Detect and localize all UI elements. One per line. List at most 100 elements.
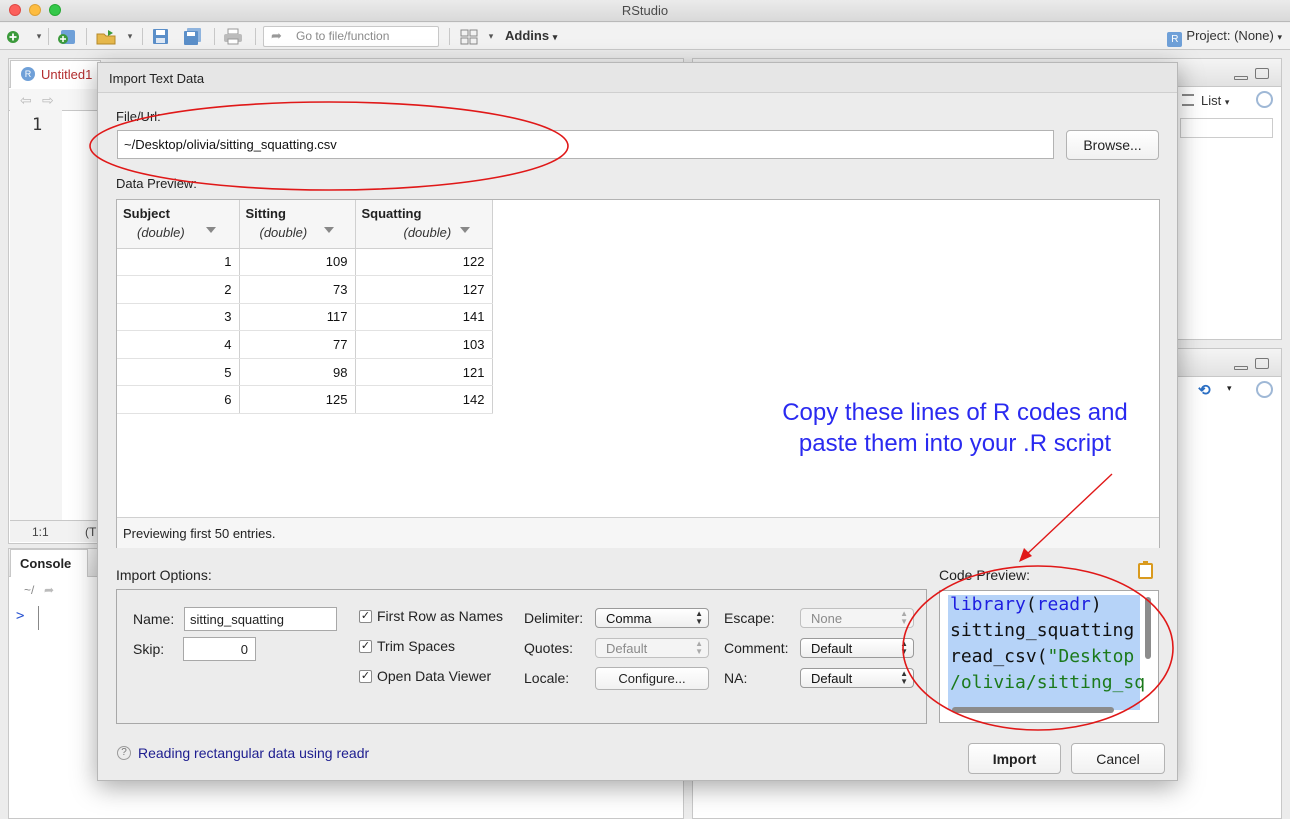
minimize-pane-icon[interactable] bbox=[1234, 366, 1248, 370]
addins-label: Addins bbox=[505, 28, 550, 43]
first-row-names-checkbox[interactable]: ✓ bbox=[359, 610, 372, 623]
table-cell: 6 bbox=[117, 385, 240, 415]
file-url-input[interactable]: ~/Desktop/olivia/sitting_squatting.csv bbox=[117, 130, 1054, 159]
table-cell: 125 bbox=[239, 385, 356, 415]
print-icon[interactable] bbox=[222, 27, 244, 46]
window-title: RStudio bbox=[621, 3, 669, 18]
toolbar-separator bbox=[214, 28, 215, 45]
delimiter-label: Delimiter: bbox=[524, 610, 584, 626]
escape-select[interactable]: None ▲ ▼ bbox=[800, 608, 914, 628]
list-dropdown-icon: ▾ bbox=[1224, 97, 1230, 107]
column-header-subject[interactable]: Subject (double) bbox=[117, 200, 240, 249]
select-arrows-icon: ▲ ▼ bbox=[900, 609, 908, 626]
quotes-select[interactable]: Default ▲ ▼ bbox=[595, 638, 709, 658]
file-type-label[interactable]: (T bbox=[85, 525, 96, 539]
tab-console[interactable]: Console bbox=[10, 549, 88, 577]
name-label: Name: bbox=[133, 611, 175, 627]
workspace-panes-icon[interactable] bbox=[458, 27, 480, 46]
comment-label: Comment: bbox=[724, 640, 789, 656]
console-prompt: > bbox=[16, 608, 25, 624]
annotation-text: Copy these lines of R codes and paste th… bbox=[760, 397, 1150, 459]
list-view-menu[interactable]: List ▾ bbox=[1201, 93, 1229, 108]
table-cell: 77 bbox=[239, 330, 356, 359]
forward-arrow-icon[interactable]: ⇨ bbox=[42, 92, 54, 109]
first-row-names-label: First Row as Names bbox=[377, 608, 504, 624]
comment-value: Default bbox=[811, 641, 853, 656]
project-menu[interactable]: R Project: (None) ▾ bbox=[1167, 28, 1282, 47]
new-project-icon[interactable] bbox=[56, 27, 78, 46]
maximize-pane-icon[interactable] bbox=[1255, 68, 1269, 79]
maximize-pane-icon[interactable] bbox=[1255, 358, 1269, 369]
skip-label: Skip: bbox=[133, 641, 165, 657]
annotation-line-2: paste them into your .R script bbox=[798, 430, 1112, 457]
quotes-label: Quotes: bbox=[524, 640, 574, 656]
delimiter-value: Comma bbox=[606, 611, 652, 626]
import-button[interactable]: Import bbox=[968, 743, 1061, 774]
table-row: 1 109 122 bbox=[117, 248, 493, 277]
toolbar-separator bbox=[142, 28, 143, 45]
open-file-icon[interactable] bbox=[95, 27, 119, 46]
table-cell: 5 bbox=[117, 358, 240, 387]
file-url-label: File/Url: bbox=[116, 109, 161, 124]
code-line: sitting_squatting bbox=[950, 620, 1135, 641]
column-name: Sitting bbox=[245, 206, 286, 221]
console-cursor[interactable] bbox=[38, 606, 39, 630]
toolbar-separator bbox=[255, 28, 256, 45]
code-line: read_csv("Desktop bbox=[950, 646, 1135, 667]
column-menu-caret-icon[interactable] bbox=[323, 227, 334, 233]
table-cell: 98 bbox=[239, 358, 356, 387]
copy-to-clipboard-icon[interactable] bbox=[1138, 561, 1153, 579]
skip-input[interactable]: 0 bbox=[183, 637, 256, 661]
addins-menu[interactable]: Addins ▾ bbox=[505, 28, 557, 43]
locale-label: Locale: bbox=[524, 670, 570, 686]
data-preview-label: Data Preview: bbox=[116, 176, 197, 191]
toolbar-separator bbox=[86, 28, 87, 45]
escape-label: Escape: bbox=[724, 610, 775, 626]
goto-arrow-icon: ➦ bbox=[271, 28, 282, 43]
open-data-viewer-checkbox[interactable]: ✓ bbox=[359, 670, 372, 683]
delimiter-select[interactable]: Comma ▲ ▼ bbox=[595, 608, 709, 628]
column-header-sitting[interactable]: Sitting (double) bbox=[239, 200, 356, 249]
new-file-icon[interactable] bbox=[6, 27, 20, 46]
new-file-dropdown-icon[interactable]: ▾ bbox=[34, 27, 44, 46]
locale-configure-button[interactable]: Configure... bbox=[595, 667, 709, 690]
sync-icon[interactable]: ⟲ bbox=[1198, 381, 1211, 399]
na-select[interactable]: Default ▲ ▼ bbox=[800, 668, 914, 688]
code-horizontal-scrollbar[interactable] bbox=[952, 707, 1114, 713]
select-arrows-icon: ▲ ▼ bbox=[900, 639, 908, 656]
goto-file-function-input[interactable]: Go to file/function bbox=[263, 26, 439, 47]
code-vertical-scrollbar[interactable] bbox=[1145, 597, 1151, 659]
cursor-position: 1:1 bbox=[32, 525, 49, 539]
column-menu-caret-icon[interactable] bbox=[206, 227, 216, 233]
table-row: 6 125 142 bbox=[117, 385, 493, 415]
table-cell: 4 bbox=[117, 330, 240, 359]
refresh-icon[interactable] bbox=[1256, 381, 1273, 398]
environment-search-input[interactable] bbox=[1180, 118, 1273, 138]
trim-spaces-label: Trim Spaces bbox=[377, 638, 456, 654]
column-menu-caret-icon[interactable] bbox=[459, 227, 470, 233]
back-arrow-icon[interactable]: ⇦ bbox=[20, 92, 32, 109]
sync-dropdown-icon[interactable]: ▾ bbox=[1227, 383, 1232, 394]
data-preview-table: Subject (double) Sitting (double) Squatt… bbox=[117, 200, 493, 415]
code-preview-box[interactable]: library(readr) sitting_squatting read_cs… bbox=[939, 590, 1159, 723]
cancel-button[interactable]: Cancel bbox=[1071, 743, 1165, 774]
open-recent-dropdown-icon[interactable]: ▾ bbox=[125, 27, 135, 46]
refresh-icon[interactable] bbox=[1256, 91, 1273, 108]
go-to-dir-icon[interactable]: ➦ bbox=[44, 583, 54, 597]
comment-select[interactable]: Default ▲ ▼ bbox=[800, 638, 914, 658]
dialog-title: Import Text Data bbox=[98, 63, 1177, 93]
readr-help-link[interactable]: Reading rectangular data using readr bbox=[138, 745, 369, 761]
column-header-squatting[interactable]: Squatting (double) bbox=[355, 200, 493, 249]
save-icon[interactable] bbox=[150, 27, 170, 46]
minimize-pane-icon[interactable] bbox=[1234, 76, 1248, 80]
table-row: 3 117 141 bbox=[117, 303, 493, 332]
dataset-name-input[interactable]: sitting_squatting bbox=[184, 607, 337, 631]
editor-tab-untitled1[interactable]: R Untitled1 bbox=[10, 60, 102, 88]
trim-spaces-checkbox[interactable]: ✓ bbox=[359, 640, 372, 653]
save-all-icon[interactable] bbox=[182, 27, 204, 46]
browse-button[interactable]: Browse... bbox=[1066, 130, 1159, 160]
quotes-value: Default bbox=[606, 641, 648, 656]
select-arrows-icon: ▲ ▼ bbox=[695, 609, 703, 626]
panes-dropdown-icon[interactable]: ▾ bbox=[486, 27, 496, 46]
project-dropdown-icon: ▾ bbox=[1277, 32, 1282, 42]
